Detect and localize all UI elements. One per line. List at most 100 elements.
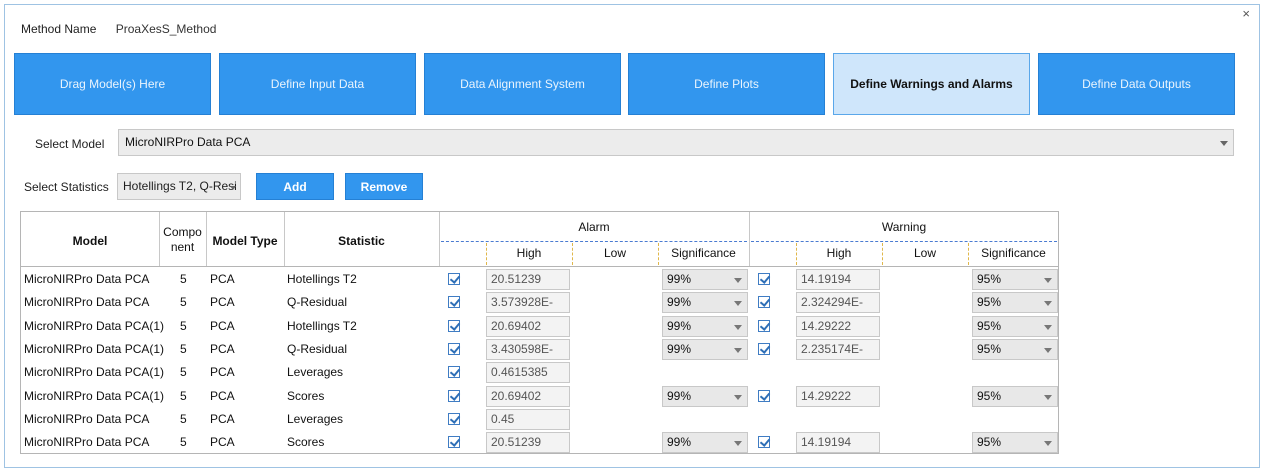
warning-enabled-checkbox[interactable] <box>758 390 770 402</box>
cell-statistic: Hotellings T2 <box>287 319 357 333</box>
chevron-down-icon <box>1044 278 1052 283</box>
cell-model-type: PCA <box>210 342 235 356</box>
step-define-data-outputs[interactable]: Define Data Outputs <box>1038 53 1235 115</box>
alarm-high-input[interactable]: 20.69402 <box>486 386 570 407</box>
step-drag-models[interactable]: Drag Model(s) Here <box>14 53 211 115</box>
cell-model-type: PCA <box>210 435 235 449</box>
cell-component: 5 <box>180 435 187 449</box>
warning-significance-value: 95% <box>977 342 1002 356</box>
alarm-high-input[interactable]: 0.4615385 <box>486 362 570 383</box>
warning-high-input[interactable]: 2.235174E-06 <box>796 339 880 360</box>
cell-component: 5 <box>180 389 187 403</box>
warning-significance-dropdown[interactable]: 95% <box>972 386 1058 407</box>
chevron-down-icon <box>1044 348 1052 353</box>
header-model-type: Model Type <box>212 234 278 248</box>
alarm-high-input[interactable]: 0.45 <box>486 409 570 430</box>
warning-significance-dropdown[interactable]: 95% <box>972 432 1058 453</box>
alarm-high-input[interactable]: 20.51239 <box>486 432 570 453</box>
warning-enabled-checkbox[interactable] <box>758 273 770 285</box>
cell-model: MicroNIRPro Data PCA <box>24 272 150 286</box>
alarm-significance-dropdown[interactable]: 99% <box>662 292 748 313</box>
subheader-divider <box>796 243 797 265</box>
alarm-significance-value: 99% <box>667 319 692 333</box>
chevron-down-icon <box>1044 395 1052 400</box>
alarm-high-input[interactable]: 3.430598E-06 <box>486 339 570 360</box>
cell-component: 5 <box>180 342 187 356</box>
step-define-input-data[interactable]: Define Input Data <box>219 53 416 115</box>
header-divider <box>284 212 285 266</box>
header-warning: Warning <box>881 220 927 234</box>
cell-component: 5 <box>180 295 187 309</box>
warning-significance-value: 95% <box>977 389 1002 403</box>
cell-model: MicroNIRPro Data PCA <box>24 412 150 426</box>
alarm-significance-dropdown[interactable]: 99% <box>662 386 748 407</box>
alarm-significance-dropdown[interactable]: 99% <box>662 269 748 290</box>
chevron-down-icon <box>734 348 742 353</box>
subheader-divider <box>572 243 573 265</box>
warning-high-input[interactable]: 14.29222 <box>796 386 880 407</box>
warning-significance-dropdown[interactable]: 95% <box>972 339 1058 360</box>
chevron-down-icon <box>734 325 742 330</box>
cell-model-type: PCA <box>210 389 235 403</box>
remove-button[interactable]: Remove <box>345 173 423 200</box>
add-button[interactable]: Add <box>256 173 334 200</box>
chevron-down-icon <box>1220 141 1228 146</box>
warning-significance-dropdown[interactable]: 95% <box>972 292 1058 313</box>
header-alarm: Alarm <box>578 220 610 234</box>
warning-subheader-line <box>751 241 1057 242</box>
header-warning-significance: Significance <box>981 246 1046 260</box>
method-name-label: Method Name <box>21 22 97 36</box>
cell-statistic: Leverages <box>287 365 344 379</box>
select-statistics-dropdown[interactable]: Hotellings T2, Q-Resi <box>117 173 241 200</box>
alarm-subheader-line <box>441 241 747 242</box>
alarm-enabled-checkbox[interactable] <box>448 366 460 378</box>
chevron-down-icon <box>734 441 742 446</box>
select-model-label: Select Model <box>35 137 105 151</box>
alarm-high-input[interactable]: 20.69402 <box>486 316 570 337</box>
alarm-significance-value: 99% <box>667 272 692 286</box>
warning-enabled-checkbox[interactable] <box>758 343 770 355</box>
warning-significance-dropdown[interactable]: 95% <box>972 269 1058 290</box>
alarm-significance-dropdown[interactable]: 99% <box>662 432 748 453</box>
cell-model-type: PCA <box>210 295 235 309</box>
warning-enabled-checkbox[interactable] <box>758 296 770 308</box>
warning-high-input[interactable]: 2.324294E-06 <box>796 292 880 313</box>
cell-model: MicroNIRPro Data PCA <box>24 295 150 309</box>
warning-enabled-checkbox[interactable] <box>758 320 770 332</box>
alarm-significance-dropdown[interactable]: 99% <box>662 339 748 360</box>
alarm-enabled-checkbox[interactable] <box>448 273 460 285</box>
close-icon[interactable]: × <box>1242 7 1250 21</box>
chevron-down-icon <box>230 186 236 190</box>
warning-high-input[interactable]: 14.19194 <box>796 432 880 453</box>
alarm-high-input[interactable]: 3.573928E-06 <box>486 292 570 313</box>
header-component-2: nent <box>170 240 195 254</box>
warning-high-input[interactable]: 14.29222 <box>796 316 880 337</box>
cell-component: 5 <box>180 319 187 333</box>
chevron-down-icon <box>734 395 742 400</box>
header-alarm-high: High <box>516 246 542 260</box>
warning-enabled-checkbox[interactable] <box>758 436 770 448</box>
alarm-significance-dropdown[interactable]: 99% <box>662 316 748 337</box>
header-divider <box>159 212 160 266</box>
alarm-enabled-checkbox[interactable] <box>448 320 460 332</box>
warning-high-input[interactable]: 14.19194 <box>796 269 880 290</box>
subheader-divider <box>486 243 487 265</box>
alarm-enabled-checkbox[interactable] <box>448 390 460 402</box>
warning-significance-dropdown[interactable]: 95% <box>972 316 1058 337</box>
warning-significance-value: 95% <box>977 272 1002 286</box>
step-define-plots[interactable]: Define Plots <box>628 53 825 115</box>
select-model-value: MicroNIRPro Data PCA <box>125 135 251 149</box>
step-data-alignment-system[interactable]: Data Alignment System <box>424 53 621 115</box>
method-name-row: Method Name ProaXesS_Method <box>21 22 216 36</box>
cell-model: MicroNIRPro Data PCA(1) <box>24 342 165 356</box>
alarm-enabled-checkbox[interactable] <box>448 413 460 425</box>
select-model-dropdown[interactable]: MicroNIRPro Data PCA <box>118 129 1234 156</box>
alarm-significance-value: 99% <box>667 295 692 309</box>
alarm-significance-value: 99% <box>667 342 692 356</box>
alarm-enabled-checkbox[interactable] <box>448 343 460 355</box>
step-define-warnings-and-alarms[interactable]: Define Warnings and Alarms <box>833 53 1030 115</box>
alarm-high-input[interactable]: 20.51239 <box>486 269 570 290</box>
chevron-down-icon <box>1044 301 1052 306</box>
alarm-enabled-checkbox[interactable] <box>448 436 460 448</box>
alarm-enabled-checkbox[interactable] <box>448 296 460 308</box>
